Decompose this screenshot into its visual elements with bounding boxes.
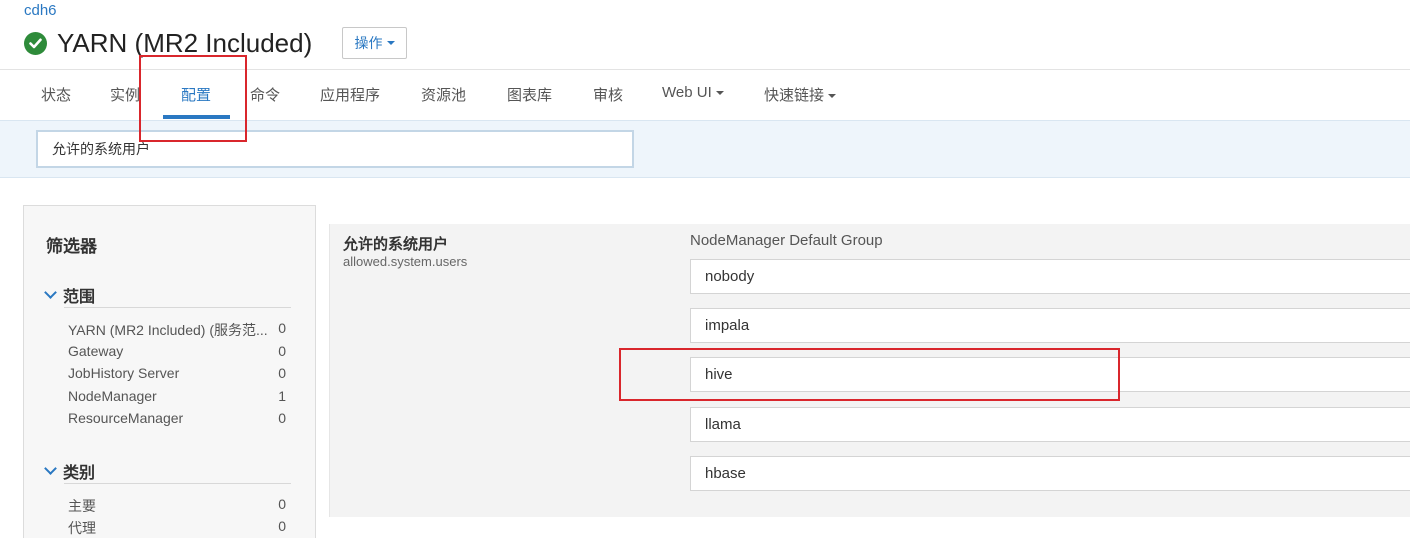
config-search-input[interactable] <box>36 130 634 168</box>
value-input-nobody[interactable]: nobody <box>690 259 1410 294</box>
value-text: llama <box>705 416 741 433</box>
filter-item-label: NodeManager <box>68 388 157 404</box>
tab-commands[interactable]: 命令 <box>250 84 280 105</box>
property-display-name: 允许的系统用户 <box>343 236 449 253</box>
tab-quick-links[interactable]: 快速链接 <box>764 84 837 105</box>
filter-item-label: 主要 <box>68 498 96 514</box>
tab-web-ui[interactable]: Web UI <box>662 84 724 101</box>
property-key: allowed.system.users <box>343 254 468 269</box>
page-title: YARN (MR2 Included) <box>57 28 313 58</box>
tab-quick-links-label: 快速链接 <box>764 87 825 104</box>
filter-item-label: ResourceManager <box>68 410 184 426</box>
annotation-highlight-config-tab <box>139 55 247 142</box>
filters-title: 筛选器 <box>46 237 97 256</box>
chevron-down-icon <box>44 462 57 475</box>
filter-item-count: 0 <box>278 343 286 359</box>
check-circle-icon <box>24 31 47 55</box>
filter-item-count: 1 <box>278 388 286 404</box>
caret-down-icon <box>715 91 724 96</box>
filter-item-label: YARN (MR2 Included) (服务范... <box>68 322 268 338</box>
filter-item-main[interactable]: 主要 0 <box>68 496 286 516</box>
tab-instances[interactable]: 实例 <box>110 84 140 105</box>
page-header: YARN (MR2 Included) <box>24 28 312 58</box>
value-text: hbase <box>705 465 746 482</box>
filter-item-nodemanager[interactable]: NodeManager 1 <box>68 388 286 404</box>
tab-charts-library[interactable]: 图表库 <box>507 84 552 105</box>
actions-dropdown-button[interactable]: 操作 <box>342 27 407 59</box>
filters-sidebar: 筛选器 范围 YARN (MR2 Included) (服务范... 0 Gat… <box>23 205 316 538</box>
filter-item-label: 代理 <box>68 520 96 536</box>
value-text: impala <box>705 317 750 334</box>
filter-item-jobhistory-server[interactable]: JobHistory Server 0 <box>68 365 286 381</box>
filter-item-resourcemanager[interactable]: ResourceManager 0 <box>68 410 286 426</box>
tab-audits[interactable]: 审核 <box>593 84 623 105</box>
section-divider <box>64 483 291 484</box>
scope-heading: 范围 <box>63 289 96 306</box>
filter-item-proxy[interactable]: 代理 0 <box>68 518 286 538</box>
value-input-llama[interactable]: llama <box>690 407 1410 442</box>
annotation-highlight-hive-value <box>619 348 1120 401</box>
caret-down-icon <box>386 41 395 45</box>
value-input-impala[interactable]: impala <box>690 308 1410 343</box>
value-input-hbase[interactable]: hbase <box>690 456 1410 491</box>
filter-item-count: 0 <box>278 365 286 381</box>
breadcrumb-cluster-link[interactable]: cdh6 <box>24 2 57 19</box>
scope-section-toggle[interactable]: 范围 <box>44 283 96 307</box>
caret-down-icon <box>828 94 837 99</box>
value-text: nobody <box>705 268 755 285</box>
section-divider <box>64 307 291 308</box>
category-section-toggle[interactable]: 类别 <box>44 459 96 483</box>
filter-item-count: 0 <box>278 410 286 426</box>
actions-button-label: 操作 <box>354 35 383 51</box>
tab-status[interactable]: 状态 <box>41 84 71 105</box>
tab-web-ui-label: Web UI <box>662 84 712 101</box>
filter-item-count: 0 <box>278 496 286 512</box>
filter-item-yarn-service[interactable]: YARN (MR2 Included) (服务范... 0 <box>68 320 286 340</box>
role-group-label: NodeManager Default Group <box>690 232 883 249</box>
filter-item-count: 0 <box>278 518 286 534</box>
filter-item-label: JobHistory Server <box>68 365 180 381</box>
filter-item-label: Gateway <box>68 343 124 359</box>
chevron-down-icon <box>44 286 57 299</box>
tab-applications[interactable]: 应用程序 <box>320 84 380 105</box>
filter-item-gateway[interactable]: Gateway 0 <box>68 343 286 359</box>
filter-item-count: 0 <box>278 320 286 336</box>
tab-resource-pools[interactable]: 资源池 <box>421 84 466 105</box>
category-heading: 类别 <box>63 465 96 482</box>
